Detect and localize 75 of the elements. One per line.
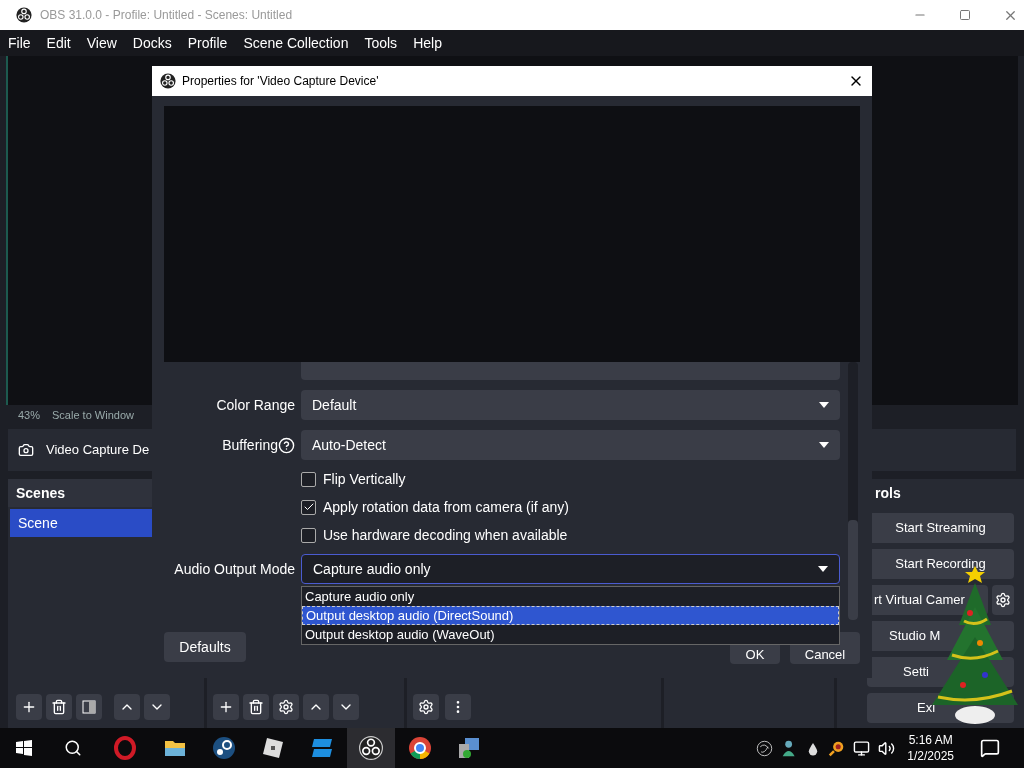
windows-start-icon[interactable] bbox=[16, 740, 32, 756]
dropdown-option[interactable]: Capture audio only bbox=[302, 587, 839, 606]
chrome-icon[interactable] bbox=[408, 736, 432, 760]
advanced-settings-button[interactable] bbox=[413, 694, 439, 720]
settings-icon bbox=[278, 699, 294, 715]
dialog-title: Properties for 'Video Capture Device' bbox=[182, 73, 379, 90]
defaults-button[interactable]: Defaults bbox=[164, 632, 246, 662]
dropdown-select[interactable]: Default bbox=[301, 390, 840, 420]
maximize-icon[interactable] bbox=[959, 9, 971, 21]
scrollbar-thumb[interactable] bbox=[848, 520, 858, 620]
half-shaded-square-icon bbox=[82, 700, 96, 714]
checkbox[interactable] bbox=[301, 499, 316, 515]
filter-button[interactable] bbox=[76, 694, 102, 720]
settings-icon bbox=[995, 592, 1011, 608]
plus-icon bbox=[218, 699, 234, 715]
source-name: Video Capture De bbox=[46, 441, 150, 460]
field-label: Audio Output Mode bbox=[174, 559, 295, 579]
add-button[interactable] bbox=[16, 694, 42, 720]
checkbox-label: Flip Vertically bbox=[323, 469, 406, 489]
menu-item[interactable]: View bbox=[86, 32, 117, 54]
ring-app-icon[interactable] bbox=[113, 736, 137, 760]
checkbox[interactable] bbox=[301, 527, 316, 543]
delete-button[interactable] bbox=[243, 694, 269, 720]
move-down-button[interactable] bbox=[333, 694, 359, 720]
menu-item[interactable]: Scene Collection bbox=[243, 32, 349, 54]
panel-title: rols bbox=[875, 483, 902, 503]
menu-item[interactable]: File bbox=[8, 32, 31, 54]
checkbox-label: Use hardware decoding when available bbox=[323, 525, 568, 545]
camera-icon bbox=[18, 442, 34, 458]
notifications-icon[interactable] bbox=[980, 738, 1000, 758]
scale-mode[interactable]: Scale to Window bbox=[52, 406, 134, 424]
delete-button[interactable] bbox=[46, 694, 72, 720]
dropdown-select[interactable]: Capture audio only bbox=[301, 554, 840, 584]
menu-item[interactable]: Edit bbox=[46, 32, 71, 54]
magnifier-tray-icon[interactable] bbox=[828, 739, 846, 757]
move-down-button[interactable] bbox=[144, 694, 170, 720]
volume-icon[interactable] bbox=[878, 739, 896, 757]
settings-icon bbox=[418, 699, 434, 715]
search-icon[interactable] bbox=[64, 739, 82, 757]
menu-item[interactable]: Profile bbox=[187, 32, 228, 54]
move-up-button[interactable] bbox=[303, 694, 329, 720]
plus-icon bbox=[21, 699, 37, 715]
checkbox[interactable] bbox=[301, 471, 316, 487]
steam-icon[interactable] bbox=[212, 736, 236, 760]
menu-item[interactable]: Docks bbox=[132, 32, 172, 54]
clock-time[interactable]: 5:16 AM bbox=[908, 732, 953, 748]
help-icon[interactable] bbox=[278, 436, 295, 454]
clock-date[interactable]: 1/2/2025 bbox=[907, 748, 954, 764]
obs-logo-icon bbox=[16, 7, 32, 23]
obs-tray-icon[interactable] bbox=[756, 739, 774, 757]
network-icon[interactable] bbox=[853, 739, 871, 757]
menu-item[interactable]: Tools bbox=[364, 32, 398, 54]
blocks-app-icon[interactable] bbox=[310, 736, 334, 760]
field-label: Color Range bbox=[216, 395, 295, 415]
window-title: OBS 31.0.0 - Profile: Untitled - Scenes: Untitled bbox=[40, 7, 293, 24]
obs-logo-icon bbox=[160, 73, 176, 89]
caret-icon bbox=[819, 402, 829, 408]
virtual-camera-settings-button[interactable] bbox=[992, 585, 1014, 615]
dropdown-option[interactable]: Output desktop audio (DirectSound) bbox=[302, 606, 839, 625]
field-label: Buffering bbox=[222, 435, 278, 455]
check-icon bbox=[302, 501, 315, 513]
settings-button[interactable] bbox=[273, 694, 299, 720]
zoom-level: 43% bbox=[18, 407, 41, 423]
obs-icon[interactable] bbox=[359, 736, 383, 760]
add-button[interactable] bbox=[213, 694, 239, 720]
dropdown-select[interactable]: Auto-Detect bbox=[301, 430, 840, 460]
caret-icon bbox=[818, 566, 828, 572]
more-button[interactable] bbox=[445, 694, 471, 720]
caret-icon bbox=[819, 442, 829, 448]
menu-item[interactable]: Help bbox=[413, 32, 442, 54]
trash-icon bbox=[51, 699, 67, 715]
installer-icon[interactable] bbox=[457, 736, 481, 760]
checkbox-label: Apply rotation data from camera (if any) bbox=[323, 497, 569, 517]
trash-icon bbox=[248, 699, 264, 715]
move-up-button[interactable] bbox=[114, 694, 140, 720]
